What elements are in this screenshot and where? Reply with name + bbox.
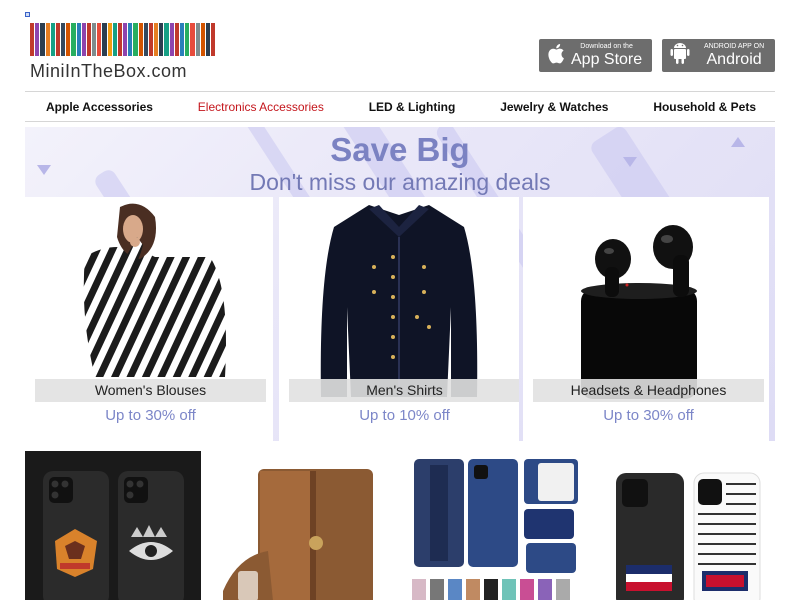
card-discount: Up to 10% off — [289, 403, 519, 429]
android-badge[interactable]: ANDROID APP ON Android — [662, 39, 775, 72]
apple-icon — [547, 43, 565, 69]
card-label: Women's Blouses — [35, 379, 266, 402]
logo-bar — [45, 23, 50, 56]
nav-item-electronics-accessories[interactable]: Electronics Accessories — [198, 100, 324, 114]
logo-bar — [40, 23, 45, 56]
logo-barcode — [30, 23, 216, 56]
logo-bar — [71, 23, 76, 56]
logo-bar — [97, 23, 102, 56]
nav-item-jewelry-watches[interactable]: Jewelry & Watches — [500, 100, 608, 114]
leather-wallet-case-image — [223, 469, 373, 600]
nav-item-household-pets[interactable]: Household & Pets — [653, 100, 756, 114]
nav-item-apple-accessories[interactable]: Apple Accessories — [46, 100, 153, 114]
logo-bar — [138, 23, 143, 56]
logo-bar — [143, 23, 148, 56]
card-label: Men's Shirts — [289, 379, 519, 402]
card-label: Headsets & Headphones — [533, 379, 764, 402]
logo-bar — [159, 23, 164, 56]
logo-bar — [55, 23, 61, 56]
deal-card-womens-blouses[interactable]: Women's Blouses Up to 30% off — [25, 197, 273, 441]
blue-wallet-case-image — [412, 459, 578, 600]
logo-bar — [50, 23, 55, 56]
logo-bar — [185, 23, 190, 56]
logo-bar — [35, 23, 40, 56]
logo-bar — [169, 23, 174, 56]
logo-bar — [66, 23, 71, 56]
nav-item-led-lighting[interactable]: LED & Lighting — [369, 100, 456, 114]
product-thumb-4[interactable] — [606, 451, 776, 600]
logo-bar — [128, 23, 133, 56]
deal-card-mens-shirts[interactable]: Men's Shirts Up to 10% off — [279, 197, 519, 441]
product-thumb-1[interactable] — [25, 451, 201, 600]
tommy-hilfiger-case-image — [616, 472, 761, 600]
app-store-badge[interactable]: Download on the App Store — [539, 39, 652, 72]
logo-bar — [174, 23, 179, 56]
logo-bar — [81, 23, 86, 56]
app-store-small-text: Download on the — [580, 43, 633, 50]
logo-bar — [76, 23, 81, 56]
logo-bar — [112, 23, 117, 56]
product-thumb-2[interactable] — [218, 451, 385, 600]
banner-subtitle: Don't miss our amazing deals — [249, 169, 551, 195]
logo-bar — [164, 23, 169, 56]
logo-bar — [200, 23, 205, 56]
logo-bar — [117, 23, 123, 56]
logo-bar — [154, 23, 159, 56]
logo-bar — [107, 23, 112, 56]
logo-bar — [92, 23, 97, 56]
app-store-big-text: App Store — [571, 51, 643, 68]
logo-bar — [195, 23, 200, 56]
logo-bar — [179, 23, 185, 56]
logo-bar — [148, 23, 154, 56]
logo-bar — [86, 23, 92, 56]
logo-bar — [205, 23, 211, 56]
card-discount: Up to 30% off — [533, 403, 764, 429]
category-nav: Apple Accessories Electronics Accessorie… — [25, 91, 775, 122]
small-marker-icon — [25, 12, 30, 17]
card-discount: Up to 30% off — [35, 403, 266, 429]
product-thumb-3[interactable] — [408, 451, 584, 600]
logo-bar — [102, 23, 107, 56]
android-small-text: ANDROID APP ON — [704, 43, 765, 50]
logo-bar — [30, 23, 35, 56]
logo-bar — [211, 23, 216, 56]
android-icon — [670, 41, 690, 70]
logo-bar — [123, 23, 128, 56]
banner-title: Save Big — [330, 131, 470, 168]
logo-bar — [133, 23, 138, 56]
deal-card-headsets[interactable]: Headsets & Headphones Up to 30% off — [523, 197, 769, 441]
logo-bar — [190, 23, 195, 56]
logo-text: MiniInTheBox.com — [30, 61, 188, 81]
site-logo[interactable]: MiniInTheBox.com — [30, 23, 216, 83]
promo-banner[interactable]: Save Big Don't miss our amazing deals Wo… — [25, 127, 775, 441]
phone-case-tiger-eye-image — [43, 471, 184, 600]
logo-bar — [61, 23, 66, 56]
android-big-text: Android — [706, 51, 762, 68]
